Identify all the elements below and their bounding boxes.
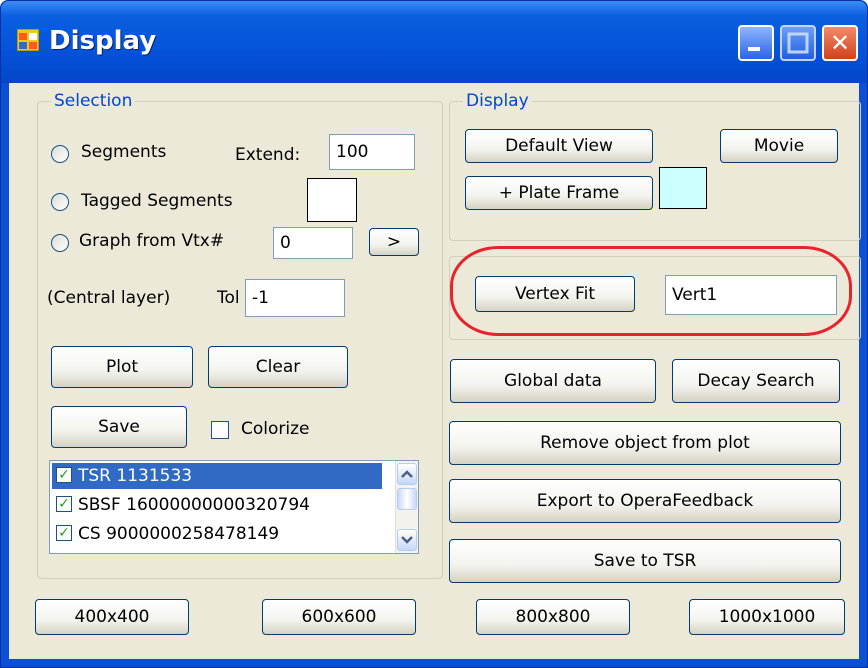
title-bar[interactable]: Display ✕	[1, 1, 867, 83]
graph-from-vtx-radio[interactable]	[51, 234, 69, 252]
list-item-checkbox[interactable]: ✓	[56, 525, 72, 541]
display-group-label: Display	[463, 91, 532, 111]
list-item[interactable]: ✓ TSR 1131533	[52, 463, 382, 489]
global-data-button[interactable]: Global data	[450, 359, 656, 403]
size-1000-button[interactable]: 1000x1000	[689, 599, 845, 635]
save-button[interactable]: Save	[51, 406, 187, 448]
plate-frame-button[interactable]: + Plate Frame	[465, 176, 653, 210]
vertex-fit-button[interactable]: Vertex Fit	[475, 276, 635, 312]
window-title: Display	[49, 26, 157, 56]
close-icon: ✕	[829, 29, 851, 57]
next-vtx-button[interactable]: >	[369, 228, 419, 256]
scroll-thumb[interactable]	[397, 488, 417, 510]
display-group	[449, 101, 861, 241]
default-view-button[interactable]: Default View	[465, 129, 653, 163]
graph-from-vtx-label: Graph from Vtx#	[79, 231, 225, 251]
remove-object-button[interactable]: Remove object from plot	[449, 421, 841, 465]
vtx-input[interactable]: 0	[273, 227, 353, 259]
object-list[interactable]: ✓ TSR 1131533 ✓ SBSF 16000000000320794 ✓…	[49, 460, 419, 554]
client-area: Selection Segments Extend: 100 Tagged Se…	[9, 83, 861, 659]
app-window-icon	[17, 29, 39, 51]
segments-label: Segments	[81, 142, 167, 162]
maximize-button[interactable]	[780, 25, 816, 61]
tagged-segments-label: Tagged Segments	[81, 191, 233, 211]
list-item-label: CS 9000000258478149	[78, 524, 280, 544]
tol-input[interactable]: -1	[245, 279, 345, 317]
minimize-icon	[748, 47, 760, 51]
tagged-segments-radio[interactable]	[51, 193, 69, 211]
size-400-button[interactable]: 400x400	[35, 599, 189, 635]
segments-radio[interactable]	[51, 145, 69, 163]
size-800-button[interactable]: 800x800	[476, 599, 630, 635]
display-window: Display ✕ Selection Segments Extend: 100…	[0, 0, 868, 668]
clear-button[interactable]: Clear	[208, 346, 348, 388]
close-button[interactable]: ✕	[822, 25, 858, 61]
export-opera-feedback-button[interactable]: Export to OperaFeedback	[449, 479, 841, 523]
plate-frame-color-swatch[interactable]	[659, 167, 707, 209]
maximize-icon	[787, 32, 809, 54]
chevron-up-icon	[401, 470, 413, 478]
extend-label: Extend:	[235, 145, 301, 165]
plot-button[interactable]: Plot	[51, 346, 193, 388]
movie-button[interactable]: Movie	[720, 129, 838, 163]
list-item-label: SBSF 16000000000320794	[78, 495, 310, 515]
extend-input[interactable]: 100	[329, 134, 415, 170]
minimize-button[interactable]	[738, 25, 774, 61]
tagged-color-swatch[interactable]	[307, 178, 357, 222]
colorize-label: Colorize	[241, 419, 310, 439]
save-to-tsr-button[interactable]: Save to TSR	[449, 539, 841, 583]
selection-group-label: Selection	[51, 91, 136, 111]
size-600-button[interactable]: 600x600	[262, 599, 416, 635]
scroll-down-button[interactable]	[397, 529, 417, 551]
list-item[interactable]: ✓ SBSF 16000000000320794	[52, 492, 382, 518]
chevron-down-icon	[401, 536, 413, 544]
tol-label: Tol	[217, 288, 240, 308]
list-item-checkbox[interactable]: ✓	[56, 467, 72, 483]
list-item[interactable]: ✓ CS 9000000258478149	[52, 521, 382, 547]
colorize-checkbox[interactable]	[211, 421, 229, 439]
list-item-checkbox[interactable]: ✓	[56, 496, 72, 512]
list-scrollbar[interactable]	[395, 461, 418, 553]
list-item-label: TSR 1131533	[78, 466, 193, 486]
vertex-name-input[interactable]: Vert1	[665, 275, 837, 315]
scroll-up-button[interactable]	[397, 463, 417, 485]
decay-search-button[interactable]: Decay Search	[672, 359, 840, 403]
central-layer-label: (Central layer)	[47, 288, 171, 308]
